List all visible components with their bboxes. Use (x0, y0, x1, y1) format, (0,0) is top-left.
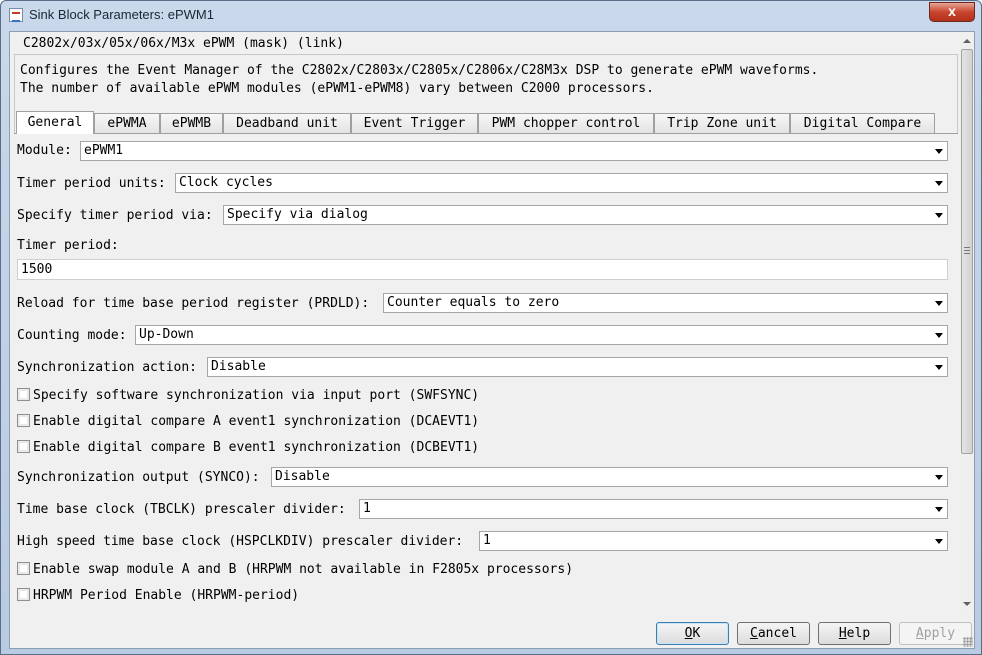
tab-event-trigger[interactable]: Event Trigger (351, 113, 478, 134)
timer-period-units-value: Clock cycles (179, 175, 273, 190)
help-label: elp (846, 626, 871, 641)
ok-button[interactable]: OK (656, 622, 729, 645)
help-mnemonic: H (838, 626, 847, 641)
simulink-block-icon (9, 8, 23, 22)
tab-general[interactable]: General (16, 111, 94, 134)
sync-action-value: Disable (211, 359, 266, 374)
apply-mnemonic: A (915, 626, 924, 641)
reload-prdld-dropdown[interactable]: Counter equals to zero (383, 293, 948, 313)
module-label: Module: (17, 143, 72, 158)
hspclkdiv-prescaler-label: High speed time base clock (HSPCLKDIV) p… (17, 534, 464, 549)
chevron-down-icon (935, 539, 943, 544)
chevron-down-icon (935, 507, 943, 512)
cancel-label: ancel (757, 626, 797, 641)
specify-timer-period-label: Specify timer period via: (17, 208, 213, 223)
chevron-down-icon (935, 365, 943, 370)
specify-timer-period-dropdown[interactable]: Specify via dialog (223, 205, 948, 225)
timer-period-units-label: Timer period units: (17, 176, 166, 191)
dcaevt1-label: Enable digital compare A event1 synchron… (33, 414, 480, 429)
apply-label: pply (923, 626, 956, 641)
counting-mode-value: Up-Down (139, 327, 194, 342)
ok-label: K (692, 626, 701, 641)
module-value: ePWM1 (84, 143, 124, 158)
chevron-down-icon (935, 213, 943, 218)
mask-title: C2802x/03x/05x/06x/M3x ePWM (mask) (link… (23, 36, 344, 51)
timer-period-units-dropdown[interactable]: Clock cycles (175, 173, 948, 193)
sync-output-dropdown[interactable]: Disable (271, 467, 948, 487)
dcaevt1-checkbox[interactable] (17, 414, 30, 427)
chevron-down-icon (935, 475, 943, 480)
specify-timer-period-value: Specify via dialog (227, 207, 368, 222)
scroll-up-arrow-icon[interactable] (963, 39, 971, 43)
grip-icon (964, 247, 970, 254)
tbclk-prescaler-dropdown[interactable]: 1 (359, 499, 948, 519)
window-title: Sink Block Parameters: ePWM1 (29, 7, 214, 22)
hrpwm-period-label: HRPWM Period Enable (HRPWM-period) (33, 588, 300, 603)
close-icon: x (948, 3, 956, 19)
vertical-scrollbar[interactable] (960, 34, 974, 609)
sync-output-label: Synchronization output (SYNCO): (17, 470, 260, 485)
sync-output-value: Disable (275, 469, 330, 484)
dcbevt1-checkbox[interactable] (17, 440, 30, 453)
tab-digital-compare[interactable]: Digital Compare (790, 113, 935, 134)
sync-action-dropdown[interactable]: Disable (207, 357, 948, 377)
close-button[interactable]: x (929, 2, 975, 22)
cancel-mnemonic: C (750, 626, 758, 641)
scroll-down-arrow-icon[interactable] (963, 602, 971, 606)
description-line: The number of available ePWM modules (eP… (20, 81, 654, 96)
tab-trip-zone-unit[interactable]: Trip Zone unit (654, 113, 790, 134)
general-tab-panel: Module: ePWM1 Timer period units: Clock … (14, 133, 958, 643)
title-bar[interactable]: Sink Block Parameters: ePWM1 x (1, 1, 981, 30)
hrpwm-period-checkbox[interactable] (17, 588, 30, 601)
tbclk-prescaler-label: Time base clock (TBCLK) prescaler divide… (17, 502, 346, 517)
swfsync-label: Specify software synchronization via inp… (33, 388, 480, 403)
scrollbar-thumb[interactable] (961, 49, 973, 454)
reload-prdld-label: Reload for time base period register (PR… (17, 296, 370, 311)
hspclkdiv-prescaler-value: 1 (483, 533, 491, 548)
description-line: Configures the Event Manager of the C280… (20, 63, 819, 78)
sync-action-label: Synchronization action: (17, 360, 198, 375)
swfsync-checkbox[interactable] (17, 388, 30, 401)
chevron-down-icon (935, 181, 943, 186)
ok-mnemonic: O (684, 626, 693, 641)
chevron-down-icon (935, 301, 943, 306)
swap-ab-checkbox[interactable] (17, 562, 30, 575)
tab-deadband-unit[interactable]: Deadband unit (223, 113, 351, 134)
tab-pwm-chopper-control[interactable]: PWM chopper control (478, 113, 654, 134)
resize-grip-icon[interactable] (963, 637, 973, 647)
help-button[interactable]: Help (818, 622, 891, 645)
timer-period-label: Timer period: (17, 238, 119, 253)
hspclkdiv-prescaler-dropdown[interactable]: 1 (479, 531, 948, 551)
module-dropdown[interactable]: ePWM1 (80, 141, 948, 161)
cancel-button[interactable]: Cancel (737, 622, 810, 645)
chevron-down-icon (935, 149, 943, 154)
timer-period-input[interactable]: 1500 (17, 259, 948, 280)
counting-mode-label: Counting mode: (17, 328, 127, 343)
dcbevt1-label: Enable digital compare B event1 synchron… (33, 440, 480, 455)
reload-prdld-value: Counter equals to zero (387, 295, 560, 310)
dialog-client-area: C2802x/03x/05x/06x/M3x ePWM (mask) (link… (9, 31, 975, 649)
timer-period-value: 1500 (21, 262, 53, 277)
apply-button[interactable]: Apply (899, 622, 972, 645)
tab-epwmb[interactable]: ePWMB (160, 113, 223, 134)
chevron-down-icon (935, 333, 943, 338)
counting-mode-dropdown[interactable]: Up-Down (135, 325, 948, 345)
tbclk-prescaler-value: 1 (363, 501, 371, 516)
swap-ab-label: Enable swap module A and B (HRPWM not av… (33, 562, 574, 577)
dialog-window: Sink Block Parameters: ePWM1 x C2802x/03… (0, 0, 982, 655)
tab-epwma[interactable]: ePWMA (94, 113, 160, 134)
